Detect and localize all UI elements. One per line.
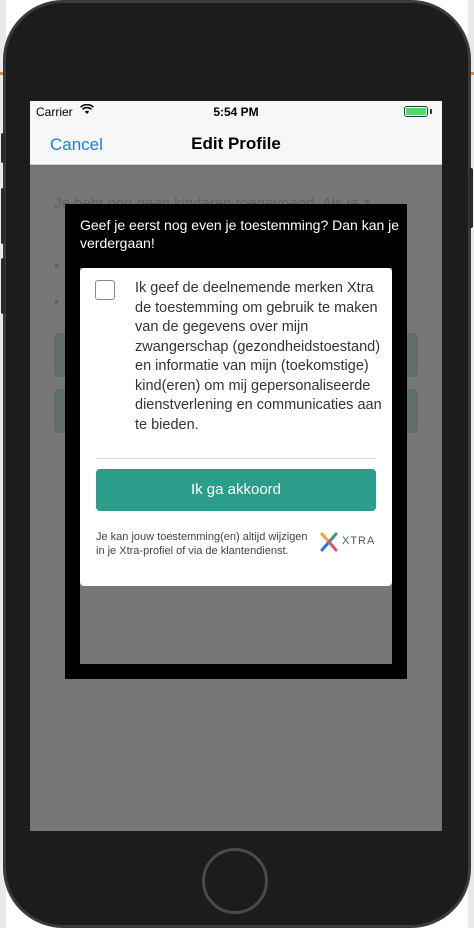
volume-down-button	[1, 258, 5, 314]
battery-tip	[430, 109, 432, 114]
modal-header: Geef je eerst nog even je toestemming? D…	[80, 217, 400, 251]
divider	[96, 458, 376, 459]
power-button	[469, 168, 473, 228]
xtra-logo-text: XTRA	[342, 535, 376, 547]
background-bullet: •	[54, 257, 59, 273]
consent-modal: Geef je eerst nog even je toestemming? D…	[65, 204, 407, 679]
page-title: Edit Profile	[191, 134, 281, 153]
modal-body: Ik geef de deelnemende merken Xtra de to…	[80, 268, 392, 664]
consent-card: Ik geef de deelnemende merken Xtra de to…	[80, 268, 392, 586]
volume-up-button	[1, 188, 5, 244]
consent-footer-text: Je kan jouw toestemming(en) altijd wijzi…	[96, 531, 308, 557]
navigation-bar: Cancel Edit Profile	[30, 123, 442, 165]
battery-level	[406, 108, 426, 115]
consent-checkbox[interactable]	[95, 280, 115, 300]
agree-button[interactable]: Ik ga akkoord	[96, 469, 376, 511]
status-bar: Carrier 5:54 PM	[30, 101, 442, 123]
xtra-logo-icon	[320, 532, 338, 552]
home-button[interactable]	[202, 848, 268, 914]
mute-switch	[1, 133, 5, 163]
consent-text: Ik geef de deelnemende merken Xtra de to…	[135, 280, 382, 433]
phone-screen: Carrier 5:54 PM Cancel Edit Profile Je h…	[30, 101, 442, 831]
xtra-logo: XTRA	[320, 532, 380, 552]
battery-icon	[404, 106, 428, 117]
background-bullet: •	[54, 293, 59, 309]
clock: 5:54 PM	[213, 105, 259, 119]
